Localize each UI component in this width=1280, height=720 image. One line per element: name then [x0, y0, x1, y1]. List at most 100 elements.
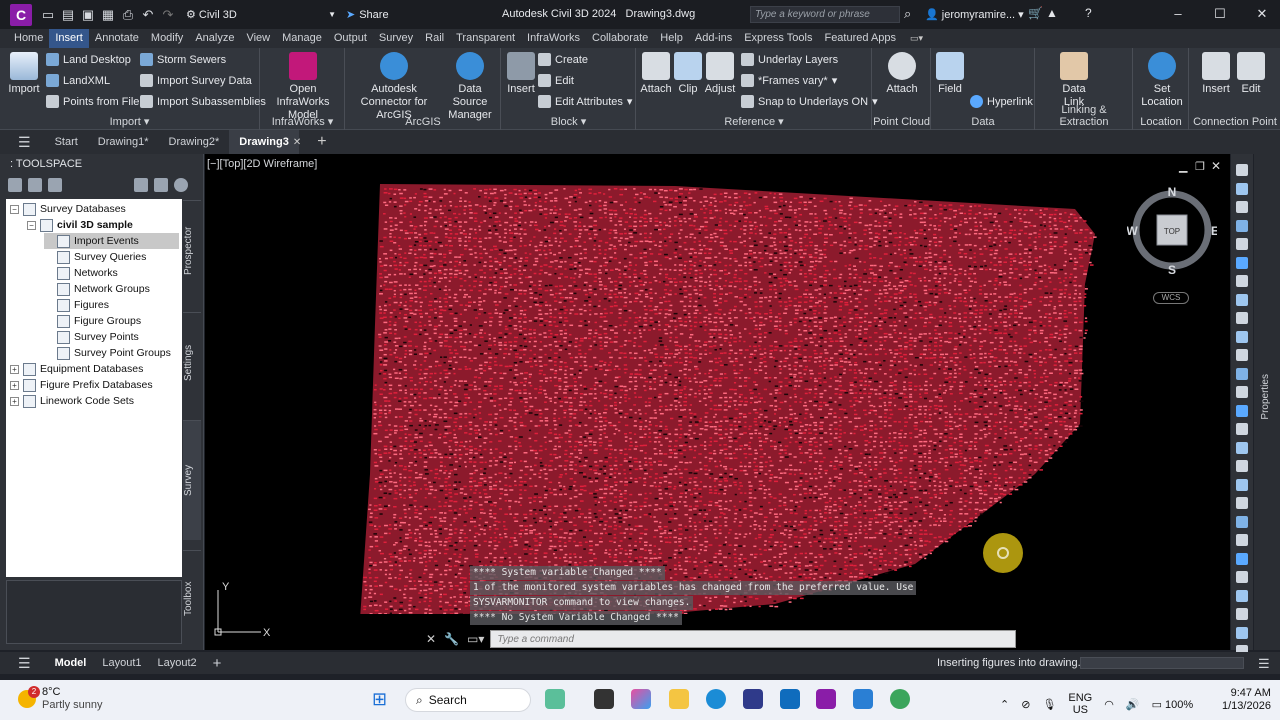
- drafting-tool-icon[interactable]: [1236, 515, 1248, 528]
- outlook-icon[interactable]: [780, 689, 800, 709]
- compass-east[interactable]: E: [1211, 224, 1217, 238]
- properties-tab[interactable]: Properties: [1260, 374, 1271, 420]
- panel-title-block[interactable]: Block ▾: [502, 115, 635, 128]
- wcs-menu[interactable]: WCS: [1153, 292, 1189, 304]
- drafting-tool-icon[interactable]: [1236, 182, 1248, 195]
- tree-item-survey-databases[interactable]: − Survey Databases: [10, 201, 126, 217]
- ribbon-tab-home[interactable]: Home: [8, 29, 49, 48]
- side-tab-settings[interactable]: Settings: [183, 312, 201, 412]
- help-icon[interactable]: [174, 178, 188, 192]
- ribbon-display-toggle-icon[interactable]: ▭▾: [910, 33, 923, 44]
- compass-north[interactable]: N: [1168, 185, 1177, 199]
- tree-item-equipment-databases[interactable]: + Equipment Databases: [10, 361, 143, 377]
- field-button[interactable]: Field: [934, 52, 966, 96]
- doc-tab-start[interactable]: Start: [45, 130, 88, 154]
- insert-connection-button[interactable]: Insert: [1198, 52, 1234, 96]
- new-file-icon[interactable]: ▭: [39, 6, 57, 24]
- workspace-selector[interactable]: ⚙ Civil 3D ▼: [186, 8, 336, 22]
- chrome-icon[interactable]: [890, 689, 910, 709]
- copilot-icon[interactable]: [631, 689, 651, 709]
- layout-tab-model[interactable]: Model: [47, 657, 95, 669]
- layout-menu-icon[interactable]: ☰: [0, 655, 47, 672]
- points-from-file-button[interactable]: Points from File: [46, 95, 139, 108]
- ribbon-tab-survey[interactable]: Survey: [373, 29, 419, 48]
- widgets-app-icon[interactable]: [545, 689, 565, 709]
- insert-block-button[interactable]: Insert: [504, 52, 538, 96]
- landxml-button[interactable]: LandXML: [46, 74, 110, 87]
- taskbar-search[interactable]: ⌕ Search: [405, 688, 531, 712]
- civil3d-taskbar-icon[interactable]: [816, 689, 836, 709]
- side-tab-survey[interactable]: Survey: [183, 420, 201, 540]
- tree-item-figure-prefix-databases[interactable]: + Figure Prefix Databases: [10, 377, 153, 393]
- viewport-close-icon[interactable]: ✕: [1211, 159, 1221, 173]
- ribbon-tab-add-ins[interactable]: Add-ins: [689, 29, 738, 48]
- minimize-button[interactable]: –: [1168, 6, 1188, 22]
- open-folder-icon[interactable]: ▤: [59, 6, 77, 24]
- battery-indicator[interactable]: ▭ 100%: [1152, 698, 1194, 711]
- drafting-tool-icon[interactable]: [1236, 201, 1248, 213]
- create-block-button[interactable]: Create: [538, 53, 588, 66]
- task-view-icon[interactable]: [594, 689, 614, 709]
- tree-item-civil-3d-sample[interactable]: − civil 3D sample: [27, 217, 133, 233]
- ribbon-tab-output[interactable]: Output: [328, 29, 373, 48]
- tree-item-networks[interactable]: Networks: [44, 265, 118, 281]
- weather-widget[interactable]: 2 8°C Partly sunny: [18, 686, 103, 712]
- data-source-manager-button[interactable]: Data Source Manager: [440, 52, 500, 122]
- paint-app-icon[interactable]: [853, 689, 873, 709]
- doc-tab-drawing3[interactable]: Drawing3: [229, 130, 299, 154]
- share-button[interactable]: ➤ Share: [346, 8, 389, 22]
- recent-commands-icon[interactable]: ▭▾: [467, 632, 484, 646]
- autodesk-app-icon[interactable]: ▲: [1046, 6, 1058, 20]
- store-icon[interactable]: [743, 689, 763, 709]
- tree-item-import-events[interactable]: Import Events: [44, 233, 179, 249]
- ribbon-tab-view[interactable]: View: [240, 29, 276, 48]
- storm-sewers-button[interactable]: Storm Sewers: [140, 53, 226, 66]
- drafting-tool-icon[interactable]: [1236, 312, 1248, 324]
- close-command-icon[interactable]: ✕: [426, 632, 436, 646]
- panel-title-reference[interactable]: Reference ▾: [637, 115, 871, 128]
- edit-connection-button[interactable]: Edit: [1234, 52, 1268, 96]
- volume-icon[interactable]: 🔊: [1126, 698, 1140, 711]
- search-icon[interactable]: ⌕: [904, 6, 911, 22]
- drafting-tool-icon[interactable]: [1236, 608, 1248, 620]
- expand-icon[interactable]: +: [10, 396, 19, 406]
- tray-overflow-icon[interactable]: ⌃: [1000, 698, 1009, 711]
- drafting-tool-icon[interactable]: [1236, 238, 1248, 250]
- close-button[interactable]: ✕: [1252, 6, 1272, 22]
- frames-dropdown[interactable]: *Frames vary* ▾: [741, 74, 837, 87]
- save-icon[interactable]: ▣: [79, 6, 97, 24]
- ribbon-tab-express-tools[interactable]: Express Tools: [738, 29, 818, 48]
- status-menu-icon[interactable]: ☰: [1258, 656, 1270, 672]
- layout-tab-layout2[interactable]: Layout2: [150, 657, 205, 669]
- windows-start-icon[interactable]: ⊞: [372, 689, 387, 710]
- drafting-tool-icon[interactable]: [1236, 552, 1248, 565]
- snap-underlays-dropdown[interactable]: Snap to Underlays ON ▾: [741, 95, 878, 108]
- drafting-tool-icon[interactable]: [1236, 219, 1248, 232]
- new-tab-icon[interactable]: +: [309, 133, 334, 151]
- help-search-input[interactable]: Type a keyword or phrase: [750, 6, 900, 23]
- ribbon-tab-annotate[interactable]: Annotate: [89, 29, 145, 48]
- edit-block-button[interactable]: Edit: [538, 74, 574, 87]
- tree-item-survey-point-groups[interactable]: Survey Point Groups: [44, 345, 171, 361]
- underlay-layers-button[interactable]: Underlay Layers: [741, 53, 838, 66]
- collapse-icon[interactable]: −: [10, 204, 19, 214]
- adjust-button[interactable]: Adjust: [703, 52, 737, 96]
- close-tab-icon[interactable]: ✕: [293, 137, 301, 148]
- app-logo[interactable]: C: [10, 3, 32, 26]
- properties-panel[interactable]: Properties: [1254, 154, 1280, 650]
- drawing-canvas[interactable]: [−][Top][2D Wireframe] ▁ ❐ ✕ TOP N S E W…: [205, 154, 1230, 650]
- import-subassemblies-button[interactable]: Import Subassemblies: [140, 95, 266, 108]
- set-location-button[interactable]: Set Location: [1138, 52, 1186, 109]
- expand-icon[interactable]: +: [10, 364, 19, 374]
- doc-tab-drawing1[interactable]: Drawing1*: [88, 130, 159, 154]
- drafting-tool-icon[interactable]: [1236, 367, 1248, 380]
- drafting-tool-icon[interactable]: [1236, 164, 1248, 176]
- panel-title-import[interactable]: Import ▾: [0, 115, 259, 128]
- user-account-menu[interactable]: 👤 jeromyramire... ▾: [925, 8, 1024, 21]
- drafting-tool-icon[interactable]: [1236, 441, 1248, 454]
- language-indicator[interactable]: ENG US: [1068, 692, 1092, 716]
- edit-attributes-button[interactable]: Edit Attributes ▾: [538, 95, 632, 108]
- ribbon-tab-analyze[interactable]: Analyze: [189, 29, 240, 48]
- redo-icon[interactable]: ↷: [159, 6, 177, 24]
- land-desktop-button[interactable]: Land Desktop: [46, 53, 131, 66]
